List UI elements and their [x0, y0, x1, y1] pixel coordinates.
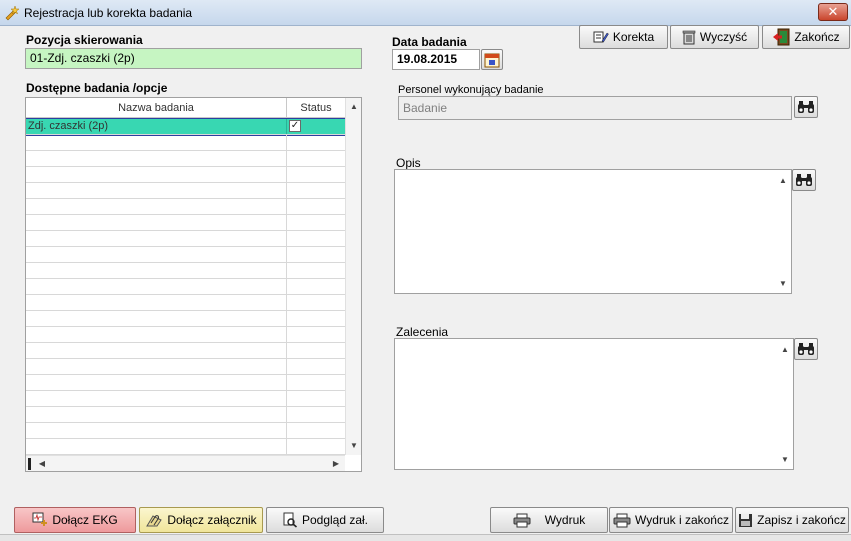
calendar-button[interactable]	[481, 49, 503, 70]
staff-label: Personel wykonujący badanie	[398, 84, 544, 96]
grid-header: Nazwa badania Status	[26, 98, 345, 118]
recommendations-scrollbar[interactable]: ▲ ▼	[777, 339, 793, 469]
attach-file-button[interactable]: Dołącz załącznik	[139, 507, 263, 533]
scroll-thumb[interactable]	[28, 458, 31, 470]
recommendations-textarea[interactable]: ▲ ▼	[394, 338, 794, 470]
print-and-finish-label: Wydruk i zakończ	[635, 513, 729, 527]
description-textarea[interactable]: ▲ ▼	[394, 169, 792, 294]
description-search-button[interactable]	[792, 169, 816, 191]
close-button[interactable]: ✕	[818, 3, 848, 21]
scroll-down-icon[interactable]: ▼	[777, 453, 793, 467]
table-row[interactable]	[26, 327, 345, 343]
print-button[interactable]: Wydruk	[490, 507, 608, 533]
scroll-down-icon[interactable]: ▼	[346, 439, 361, 453]
clear-label: Wyczyść	[699, 30, 748, 44]
print-and-finish-button[interactable]: Wydruk i zakończ	[609, 507, 733, 533]
scroll-up-icon[interactable]: ▲	[777, 343, 793, 357]
table-row[interactable]	[26, 231, 345, 247]
scroll-up-icon[interactable]: ▲	[346, 100, 361, 114]
table-row[interactable]	[26, 183, 345, 199]
binoculars-icon	[798, 101, 814, 113]
ekg-icon	[32, 512, 48, 526]
table-row[interactable]	[26, 439, 345, 455]
attach-file-label: Dołącz załącznik	[167, 513, 257, 527]
referral-label: Pozycja skierowania	[26, 33, 143, 47]
date-field[interactable]: 19.08.2015	[392, 49, 480, 70]
tests-grid: Nazwa badania Status Zdj. czaszki (2p) ✓…	[25, 97, 362, 472]
table-row[interactable]	[26, 359, 345, 375]
preview-attachment-button[interactable]: Podgląd zał.	[266, 507, 384, 533]
correction-button[interactable]: Korekta	[579, 25, 668, 49]
correction-label: Korekta	[612, 30, 655, 44]
scroll-right-icon[interactable]: ▶	[328, 457, 344, 471]
table-row[interactable]	[26, 167, 345, 183]
printer-icon	[613, 513, 631, 527]
staff-field[interactable]: Badanie	[398, 96, 792, 120]
description-label: Opis	[396, 156, 421, 170]
recommendations-search-button[interactable]	[794, 338, 818, 360]
magnifier-document-icon	[283, 512, 297, 528]
finish-button[interactable]: Zakończ	[762, 25, 850, 49]
trash-icon	[682, 30, 696, 44]
status-cell[interactable]: ✓	[287, 119, 345, 134]
print-label: Wydruk	[544, 513, 586, 527]
edit-icon	[593, 31, 609, 43]
available-tests-label: Dostępne badania /opcje	[26, 81, 168, 95]
table-row[interactable]	[26, 295, 345, 311]
status-strip	[0, 534, 851, 541]
table-row[interactable]	[26, 135, 345, 151]
floppy-disk-icon	[739, 513, 753, 527]
table-row[interactable]	[26, 311, 345, 327]
table-row[interactable]	[26, 199, 345, 215]
attach-ekg-label: Dołącz EKG	[52, 513, 118, 527]
pencil-star-icon	[5, 5, 20, 21]
attach-ekg-button[interactable]: Dołącz EKG	[14, 507, 136, 533]
table-row[interactable]	[26, 247, 345, 263]
date-label: Data badania	[392, 35, 467, 49]
grid-vertical-scrollbar[interactable]: ▲ ▼	[345, 98, 361, 455]
table-row[interactable]	[26, 423, 345, 439]
status-checkbox[interactable]: ✓	[289, 120, 301, 132]
save-and-finish-button[interactable]: Zapisz i zakończ	[735, 507, 849, 533]
table-row[interactable]	[26, 279, 345, 295]
finish-label: Zakończ	[794, 30, 840, 44]
description-scrollbar[interactable]: ▲ ▼	[775, 170, 791, 293]
recommendations-label: Zalecenia	[396, 325, 449, 339]
exit-icon	[773, 28, 790, 46]
paperclip-icon	[146, 515, 163, 527]
table-row[interactable]	[26, 263, 345, 279]
preview-attachment-label: Podgląd zał.	[301, 513, 369, 527]
table-row[interactable]	[26, 375, 345, 391]
column-header-status[interactable]: Status	[287, 98, 345, 118]
staff-search-button[interactable]	[794, 96, 818, 118]
binoculars-icon	[798, 343, 814, 355]
table-row[interactable]: Zdj. czaszki (2p) ✓	[26, 118, 346, 136]
printer-icon	[513, 513, 531, 527]
table-row[interactable]	[26, 407, 345, 423]
table-row[interactable]	[26, 343, 345, 359]
save-and-finish-label: Zapisz i zakończ	[757, 513, 846, 527]
referral-field[interactable]: 01-Zdj. czaszki (2p)	[25, 48, 362, 69]
grid-rows: Zdj. czaszki (2p) ✓	[26, 118, 346, 455]
scroll-left-icon[interactable]: ◀	[34, 457, 50, 471]
scroll-down-icon[interactable]: ▼	[775, 277, 791, 291]
table-row[interactable]	[26, 391, 345, 407]
scroll-up-icon[interactable]: ▲	[775, 174, 791, 188]
grid-horizontal-scrollbar[interactable]: ◀ ▶	[26, 455, 345, 471]
calendar-icon	[484, 53, 500, 67]
test-name-cell: Zdj. czaszki (2p)	[26, 119, 287, 134]
title-bar: Rejestracja lub korekta badania ✕	[0, 0, 851, 26]
binoculars-icon	[796, 174, 812, 186]
table-row[interactable]	[26, 151, 345, 167]
table-row[interactable]	[26, 215, 345, 231]
column-header-name[interactable]: Nazwa badania	[26, 98, 287, 118]
clear-button[interactable]: Wyczyść	[670, 25, 759, 49]
window-title: Rejestracja lub korekta badania	[24, 6, 193, 20]
